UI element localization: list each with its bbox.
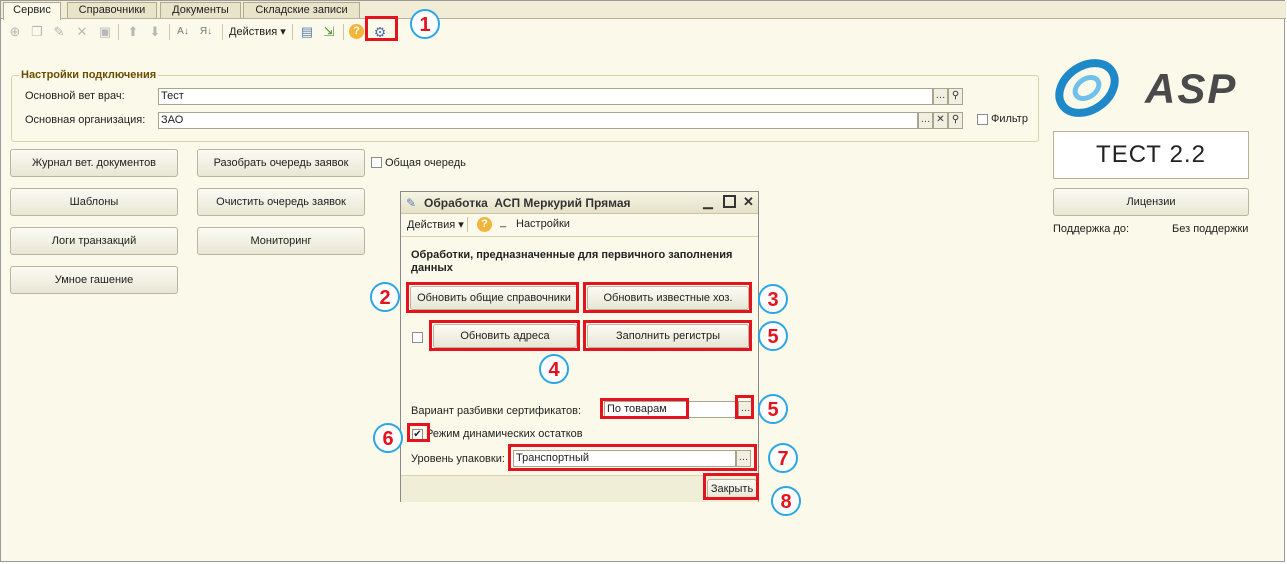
sort-desc-icon[interactable]: Я↓ xyxy=(198,24,214,40)
dynamic-balances-label: Режим динамических остатков xyxy=(426,428,583,440)
highlight-settings-icon xyxy=(365,16,398,41)
tab-warehouse-records[interactable]: Складские записи xyxy=(243,2,360,18)
highlight-close-button xyxy=(703,473,759,500)
organization-search-icon[interactable]: ⚲ xyxy=(948,112,963,129)
highlight-split-select xyxy=(735,395,754,419)
templates-button[interactable]: Шаблоны xyxy=(10,188,178,216)
version-box: ТЕСТ 2.2 xyxy=(1053,131,1249,179)
dialog-settings-button[interactable]: Настройки xyxy=(516,218,570,230)
marker-4: 4 xyxy=(539,354,569,384)
smart-redemption-button[interactable]: Умное гашение xyxy=(10,266,178,294)
organization-clear-icon[interactable]: ✕ xyxy=(933,112,948,129)
dialog-actions-menu[interactable]: Действия ▾ xyxy=(407,218,464,231)
dialog-heading: Обработки, предназначенные для первичног… xyxy=(411,249,733,274)
certificate-split-label: Вариант разбивки сертификатов: xyxy=(411,405,582,417)
support-until-label: Поддержка до: xyxy=(1053,223,1130,235)
monitoring-button[interactable]: Мониторинг xyxy=(197,227,365,255)
journal-button[interactable]: Журнал вет. документов xyxy=(10,149,178,177)
transaction-logs-button[interactable]: Логи транзакций xyxy=(10,227,178,255)
actions-menu[interactable]: Действия ▾ xyxy=(229,24,286,40)
marker-8: 8 xyxy=(771,486,801,516)
help-icon[interactable]: ? xyxy=(349,24,364,39)
tab-service[interactable]: Сервис xyxy=(3,2,61,20)
filter-label: Фильтр xyxy=(991,113,1028,125)
packaging-level-label: Уровень упаковки: xyxy=(411,453,505,465)
support-until-value: Без поддержки xyxy=(1172,223,1249,235)
marker-5a: 5 xyxy=(758,321,788,351)
marker-5b: 5 xyxy=(758,394,788,424)
organization-select-button[interactable]: … xyxy=(918,112,933,129)
vet-doctor-search-icon[interactable]: ⚲ xyxy=(948,88,963,105)
highlight-packaging-level xyxy=(508,444,757,471)
close-icon[interactable]: ✕ xyxy=(743,194,754,210)
vet-doctor-label: Основной вет врач: xyxy=(25,90,125,102)
vet-doctor-field[interactable]: Тест xyxy=(158,88,933,105)
organization-field[interactable]: ЗАО xyxy=(158,112,918,129)
dialog-help-icon[interactable]: ? xyxy=(477,217,492,232)
connection-settings-title: Настройки подключения xyxy=(19,69,159,81)
app-window: Сервис Справочники Документы Складские з… xyxy=(0,0,1286,562)
highlight-dynamic-checkbox xyxy=(407,423,430,442)
licenses-button[interactable]: Лицензии xyxy=(1053,188,1249,216)
dialog-app-icon: ✎ xyxy=(406,196,417,210)
logo-text: ASP xyxy=(1145,65,1238,112)
minimize-icon[interactable]: ▁ xyxy=(703,194,713,210)
parse-queue-button[interactable]: Разобрать очередь заявок xyxy=(197,149,365,177)
save-icon[interactable]: ▣ xyxy=(97,24,113,40)
copy-icon[interactable]: ❐ xyxy=(29,24,45,40)
highlight-update-addresses xyxy=(429,320,580,351)
highlight-update-known xyxy=(583,282,752,313)
tab-bar: Сервис Справочники Документы Складские з… xyxy=(1,1,1286,20)
report-icon[interactable]: ▤ xyxy=(299,24,315,40)
highlight-fill-registers xyxy=(583,320,752,351)
dialog-title: Обработка АСП Меркурий Прямая xyxy=(424,196,631,210)
delete-icon[interactable]: ✕ xyxy=(74,24,90,40)
organization-label: Основная организация: xyxy=(25,114,146,126)
tab-documents[interactable]: Документы xyxy=(160,2,241,18)
marker-2: 2 xyxy=(370,282,400,312)
tab-references[interactable]: Справочники xyxy=(67,2,157,18)
dialog-underscore: _ xyxy=(500,216,507,228)
clear-queue-button[interactable]: Очистить очередь заявок xyxy=(197,188,365,216)
maximize-icon[interactable] xyxy=(723,195,736,208)
dialog-toolbar: Действия ▾ ? _ Настройки xyxy=(401,214,758,237)
marker-3: 3 xyxy=(758,284,788,314)
marker-6: 6 xyxy=(373,423,403,453)
toolbar: ⊕ ❐ ✎ ✕ ▣ ⬆ ⬇ A↓ Я↓ Действия ▾ ▤ ⇲ ? ⚙ 1 xyxy=(1,9,1286,45)
edit-icon[interactable]: ✎ xyxy=(51,24,67,40)
dialog-titlebar: ✎ Обработка АСП Меркурий Прямая ▁ ✕ xyxy=(401,192,758,214)
addresses-checkbox[interactable] xyxy=(412,332,423,343)
vet-doctor-select-button[interactable]: … xyxy=(933,88,948,105)
highlight-update-references xyxy=(406,282,579,313)
connection-settings-group xyxy=(11,75,1039,142)
move-up-icon[interactable]: ⬆ xyxy=(125,24,141,40)
highlight-split-value xyxy=(600,398,689,419)
marker-1: 1 xyxy=(410,9,440,39)
add-icon[interactable]: ⊕ xyxy=(7,24,23,40)
filter-checkbox[interactable] xyxy=(977,114,988,125)
common-queue-label: Общая очередь xyxy=(385,157,466,169)
asp-logo: ASP xyxy=(1053,56,1249,120)
export-icon[interactable]: ⇲ xyxy=(321,24,337,40)
marker-7: 7 xyxy=(768,443,798,473)
common-queue-checkbox[interactable] xyxy=(371,157,382,168)
move-down-icon[interactable]: ⬇ xyxy=(147,24,163,40)
sort-asc-icon[interactable]: A↓ xyxy=(175,24,191,40)
